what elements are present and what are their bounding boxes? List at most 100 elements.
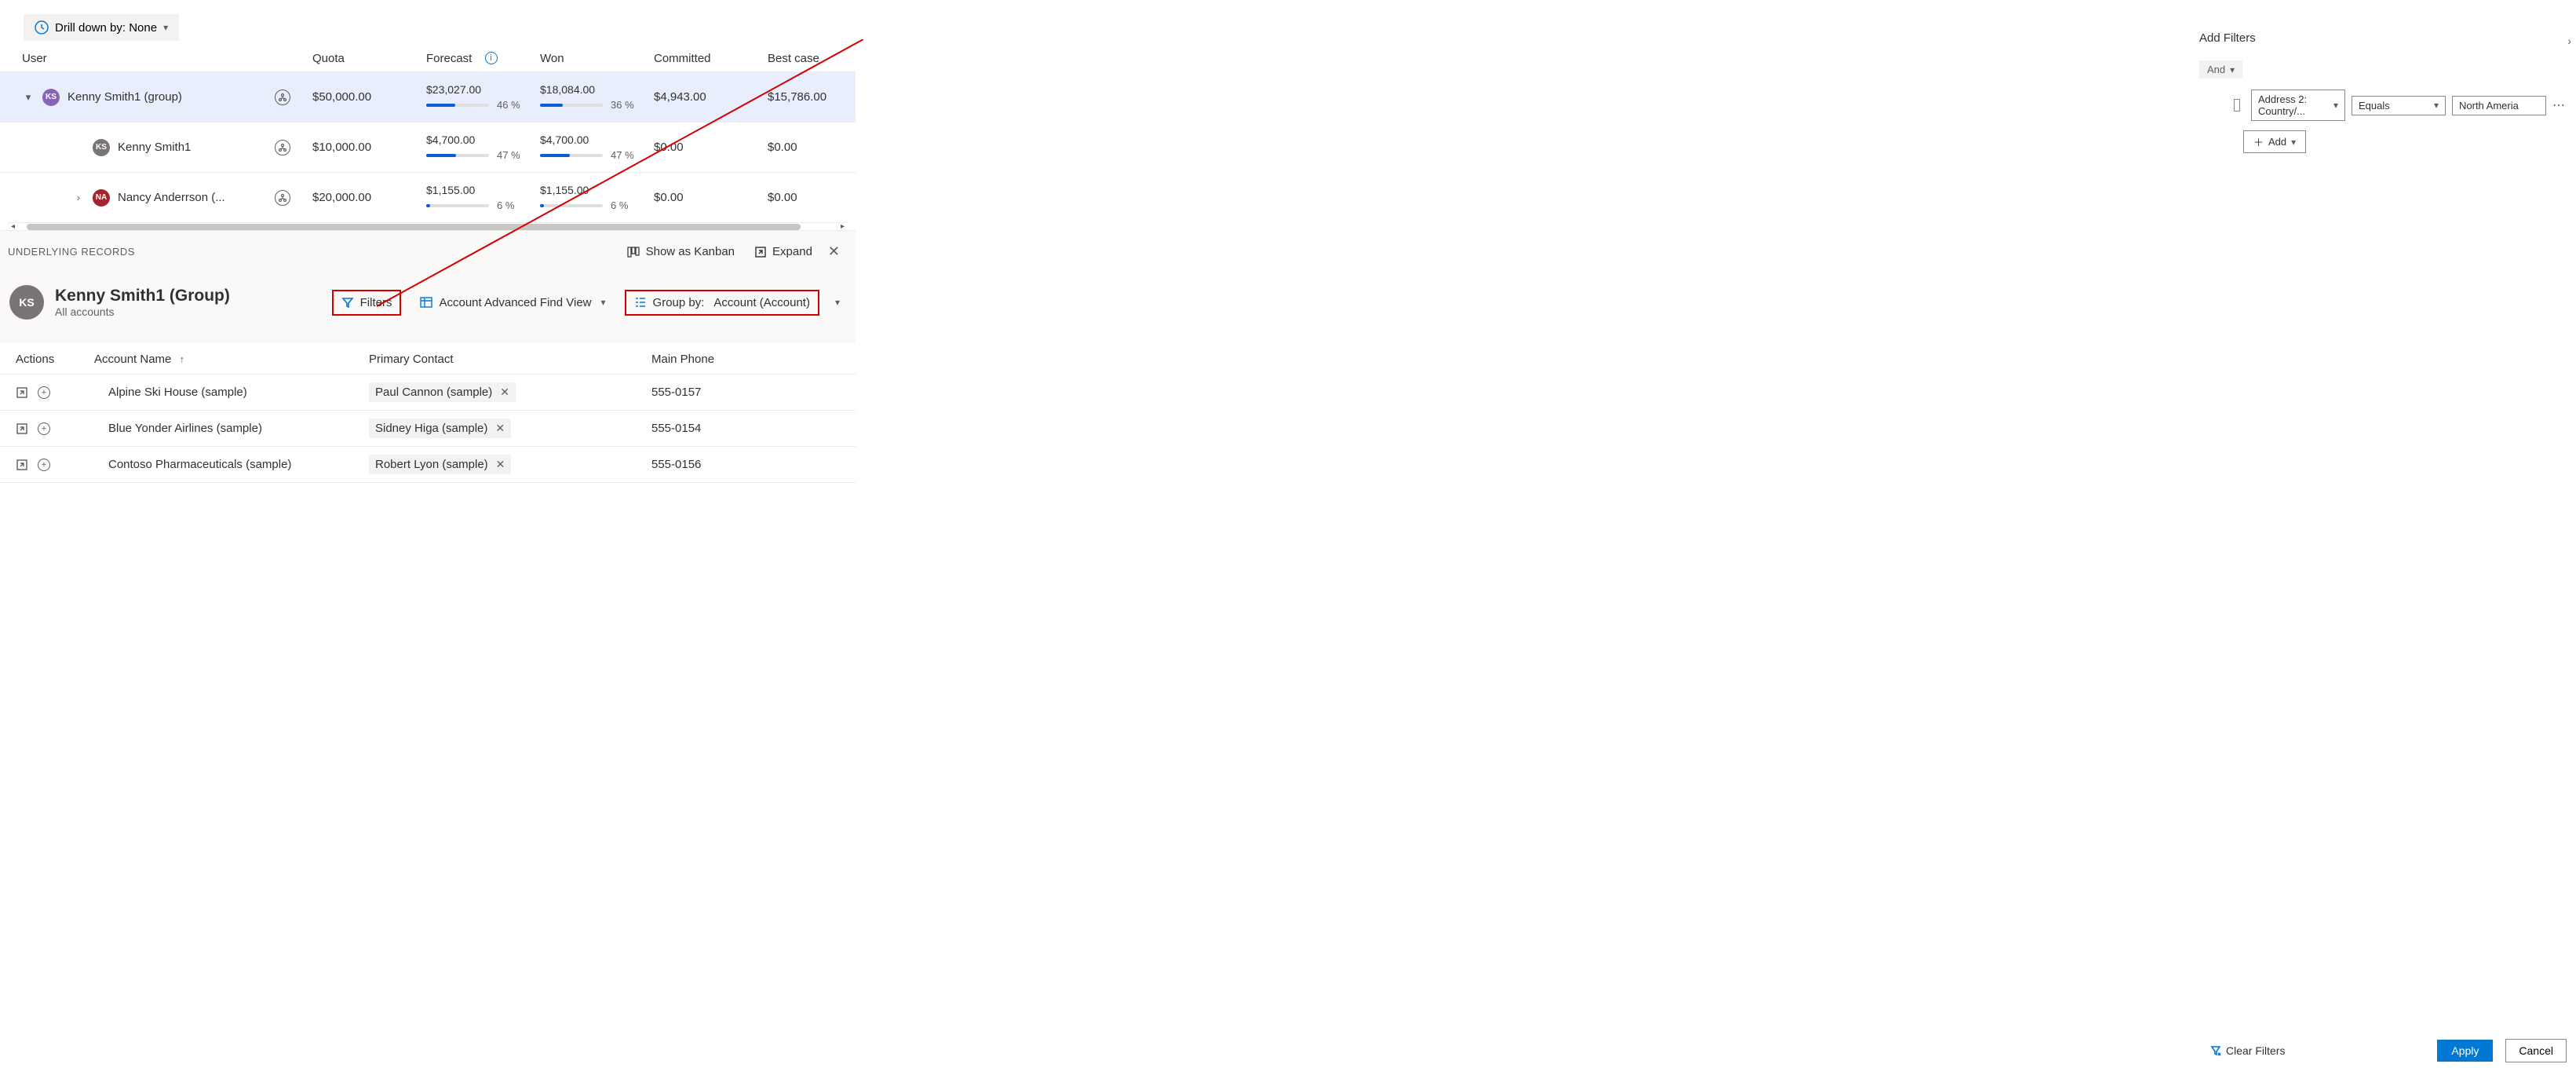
open-icon[interactable] bbox=[16, 459, 28, 471]
filter-panel-title: Add Filters bbox=[2199, 31, 2567, 45]
scroll-right-icon[interactable]: ▸ bbox=[841, 222, 845, 231]
group-operator[interactable]: And ▾ bbox=[2199, 60, 2242, 79]
progress-bar bbox=[426, 204, 489, 207]
filter-icon bbox=[341, 296, 354, 309]
kanban-icon bbox=[627, 246, 640, 258]
filter-condition-row: Address 2: Country/... ▾ Equals ▾ North … bbox=[2234, 90, 2567, 121]
collapse-icon[interactable]: ▾ bbox=[22, 91, 35, 104]
more-icon[interactable]: ⋯ bbox=[2552, 97, 2567, 113]
avatar: NA bbox=[93, 189, 110, 207]
forecast-row[interactable]: KS Kenny Smith1 $10,000.00 $4,700.00 47 … bbox=[0, 122, 856, 172]
sort-asc-icon: ↑ bbox=[180, 353, 185, 365]
forecast-row[interactable]: ▾ KS Kenny Smith1 (group) $50,000.00 $23… bbox=[0, 71, 856, 122]
col-header-user[interactable]: User bbox=[22, 52, 312, 65]
chevron-down-icon: ▾ bbox=[601, 297, 606, 308]
col-header-contact[interactable]: Primary Contact bbox=[369, 353, 651, 366]
add-filters-panel: Add Filters › And ▾ Address 2: Country/.… bbox=[2199, 31, 2576, 153]
col-header-committed[interactable]: Committed bbox=[654, 52, 768, 65]
view-selector[interactable]: Account Advanced Find View ▾ bbox=[414, 291, 611, 314]
expand-icon[interactable]: › bbox=[72, 192, 85, 203]
scroll-left-icon[interactable]: ◂ bbox=[11, 222, 15, 231]
underlying-title: UNDERLYING RECORDS bbox=[8, 246, 135, 258]
drilldown-label: Drill down by: None bbox=[55, 21, 157, 35]
quota-cell: $50,000.00 bbox=[312, 90, 426, 104]
chevron-down-icon: ▾ bbox=[2291, 137, 2296, 148]
clear-filter-icon bbox=[2210, 1045, 2221, 1056]
groupby-selector[interactable]: Group by: Account (Account) bbox=[625, 290, 819, 316]
won-cell: $1,155.00 6 % bbox=[540, 184, 654, 211]
plus-icon: ＋ bbox=[2253, 134, 2264, 149]
phone-cell: 555-0154 bbox=[651, 422, 840, 435]
show-kanban-button[interactable]: Show as Kanban bbox=[622, 242, 739, 261]
horizontal-scrollbar[interactable]: ◂ ▸ bbox=[8, 222, 848, 230]
quota-cell: $20,000.00 bbox=[312, 191, 426, 204]
table-row[interactable]: + Contoso Pharmaceuticals (sample) Rober… bbox=[0, 447, 856, 483]
chevron-down-icon[interactable]: ▾ bbox=[835, 297, 840, 308]
account-name: Blue Yonder Airlines (sample) bbox=[94, 422, 369, 435]
best-cell: $15,786.00 bbox=[768, 90, 862, 104]
add-icon[interactable]: + bbox=[38, 422, 50, 435]
col-header-quota[interactable]: Quota bbox=[312, 52, 426, 65]
chevron-down-icon: ▾ bbox=[2434, 100, 2439, 111]
table-row[interactable]: + Alpine Ski House (sample) Paul Cannon … bbox=[0, 375, 856, 411]
forecast-cell: $1,155.00 6 % bbox=[426, 184, 540, 211]
remove-icon[interactable]: ✕ bbox=[500, 386, 509, 399]
add-icon[interactable]: + bbox=[38, 459, 50, 471]
progress-bar bbox=[540, 154, 603, 157]
remove-icon[interactable]: ✕ bbox=[496, 458, 505, 471]
open-icon[interactable] bbox=[16, 422, 28, 435]
forecast-cell: $4,700.00 47 % bbox=[426, 133, 540, 161]
committed-cell: $4,943.00 bbox=[654, 90, 768, 104]
phone-cell: 555-0156 bbox=[651, 458, 840, 471]
cancel-button[interactable]: Cancel bbox=[2505, 1039, 2567, 1062]
progress-bar bbox=[426, 104, 489, 107]
operator-selector[interactable]: Equals ▾ bbox=[2352, 96, 2446, 115]
hierarchy-icon[interactable] bbox=[275, 140, 290, 155]
best-cell: $0.00 bbox=[768, 141, 862, 154]
contact-chip[interactable]: Paul Cannon (sample) ✕ bbox=[369, 382, 516, 402]
hierarchy-icon bbox=[35, 20, 49, 35]
add-icon[interactable]: + bbox=[38, 386, 50, 399]
hierarchy-icon[interactable] bbox=[275, 90, 290, 105]
col-header-phone[interactable]: Main Phone bbox=[651, 353, 840, 366]
chevron-down-icon: ▾ bbox=[2230, 64, 2235, 75]
phone-cell: 555-0157 bbox=[651, 386, 840, 399]
close-icon[interactable]: ✕ bbox=[828, 243, 840, 260]
forecast-cell: $23,027.00 46 % bbox=[426, 83, 540, 111]
group-icon bbox=[634, 296, 647, 309]
condition-checkbox[interactable] bbox=[2234, 99, 2240, 112]
remove-icon[interactable]: ✕ bbox=[495, 422, 505, 435]
drilldown-button[interactable]: Drill down by: None ▾ bbox=[24, 14, 179, 41]
open-icon[interactable] bbox=[16, 386, 28, 399]
expand-icon bbox=[755, 247, 766, 258]
apply-button[interactable]: Apply bbox=[2437, 1040, 2493, 1062]
col-header-best[interactable]: Best case bbox=[768, 52, 862, 65]
avatar: KS bbox=[42, 89, 60, 106]
chevron-right-icon[interactable]: › bbox=[2567, 35, 2571, 47]
value-input[interactable]: North Ameria bbox=[2452, 96, 2546, 115]
col-header-won[interactable]: Won bbox=[540, 52, 654, 65]
clear-filters-button[interactable]: Clear Filters bbox=[2206, 1044, 2290, 1058]
filters-button[interactable]: Filters bbox=[332, 290, 402, 316]
progress-bar bbox=[540, 204, 603, 207]
col-header-actions: Actions bbox=[16, 353, 94, 366]
table-row[interactable]: + Blue Yonder Airlines (sample) Sidney H… bbox=[0, 411, 856, 447]
info-icon[interactable]: i bbox=[485, 52, 498, 64]
contact-chip[interactable]: Robert Lyon (sample) ✕ bbox=[369, 455, 511, 474]
col-header-account[interactable]: Account Name ↑ bbox=[94, 353, 369, 366]
contact-chip[interactable]: Sidney Higa (sample) ✕ bbox=[369, 419, 511, 438]
expand-button[interactable]: Expand bbox=[750, 242, 817, 261]
scroll-thumb[interactable] bbox=[27, 224, 801, 230]
chevron-down-icon: ▾ bbox=[163, 22, 168, 33]
forecast-row[interactable]: › NA Nancy Anderrson (... $20,000.00 $1,… bbox=[0, 172, 856, 222]
hierarchy-icon[interactable] bbox=[275, 190, 290, 206]
add-condition-button[interactable]: ＋ Add ▾ bbox=[2243, 130, 2306, 153]
account-name: Alpine Ski House (sample) bbox=[94, 386, 369, 399]
col-header-forecast[interactable]: Forecast i bbox=[426, 52, 540, 65]
user-name: Kenny Smith1 bbox=[118, 141, 191, 154]
group-name: Kenny Smith1 (Group) bbox=[55, 287, 230, 305]
table-icon bbox=[420, 296, 432, 309]
field-selector[interactable]: Address 2: Country/... ▾ bbox=[2251, 90, 2345, 121]
won-cell: $18,084.00 36 % bbox=[540, 83, 654, 111]
avatar: KS bbox=[9, 285, 44, 320]
